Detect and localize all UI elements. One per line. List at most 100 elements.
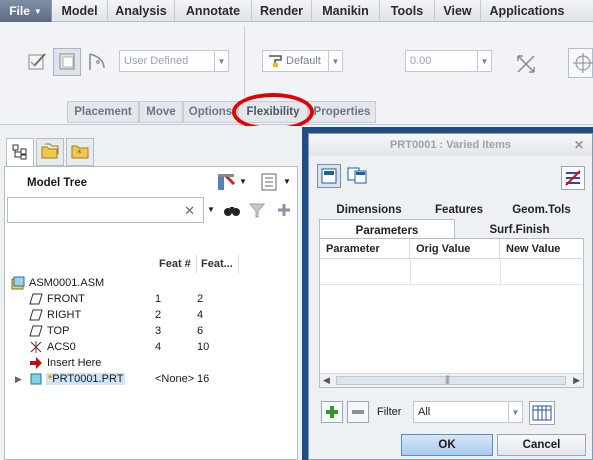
tab-dimensions[interactable]: Dimensions: [319, 200, 419, 220]
tree-row-prt0001[interactable]: ▶ *PRT0001.PRT <None> 16: [5, 371, 297, 387]
column-header-parameter[interactable]: Parameter: [320, 239, 410, 259]
part-icon: [29, 372, 43, 386]
menu-render[interactable]: Render: [252, 0, 312, 22]
tree-row-label: ASM0001.ASM: [29, 277, 105, 289]
folder-icon: [41, 143, 59, 162]
csys-icon: [29, 340, 43, 354]
column-divider: [410, 259, 411, 285]
tab-folder-browser[interactable]: [36, 138, 64, 166]
tree-row-label: Insert Here: [47, 357, 102, 369]
dialog-title-bar[interactable]: PRT0001 : Varied Items ✕: [309, 134, 592, 156]
constraint-type-dropdown[interactable]: User Defined ▼: [119, 50, 229, 72]
scrollbar-thumb[interactable]: |||: [336, 374, 566, 385]
column-header-new-value[interactable]: New Value: [500, 239, 585, 259]
constraint-type-value: User Defined: [124, 55, 189, 67]
tab-placement[interactable]: Placement: [67, 101, 139, 123]
flip-direction-icon[interactable]: [514, 52, 538, 76]
clear-search-icon[interactable]: ✕: [184, 203, 195, 219]
datum-plane-icon: [29, 292, 43, 306]
feat-num-cell: 3: [155, 325, 162, 337]
table-icon: [532, 405, 552, 421]
table-columns-button[interactable]: [529, 401, 555, 425]
add-column-icon[interactable]: [275, 201, 293, 219]
menu-model[interactable]: Model: [52, 0, 108, 22]
tab-geom-tols[interactable]: Geom.Tols: [499, 200, 584, 220]
tree-row-label: TOP: [47, 325, 70, 337]
varied-items-dialog-frame: PRT0001 : Varied Items ✕ Dimensions Feat…: [302, 127, 593, 460]
tree-row-front[interactable]: FRONT 1 2: [5, 291, 297, 307]
tree-row-asm[interactable]: ASM0001.ASM: [5, 275, 297, 291]
close-icon[interactable]: ✕: [574, 138, 584, 152]
expand-arrow-icon[interactable]: ▶: [15, 374, 22, 385]
chevron-down-icon[interactable]: ▼: [239, 177, 247, 186]
tree-row-label-selected: *PRT0001.PRT: [46, 373, 126, 385]
component-placement-icon[interactable]: [53, 48, 81, 76]
file-menu-button[interactable]: File ▼: [0, 0, 52, 22]
empty-table-row: [320, 259, 583, 285]
remove-item-button[interactable]: [561, 166, 585, 190]
move-component-icon[interactable]: [568, 48, 593, 78]
feat-num-cell: 2: [155, 309, 162, 321]
column-header-orig-value[interactable]: Orig Value: [410, 239, 500, 259]
tree-row-label: RIGHT: [47, 309, 82, 321]
chevron-down-icon: ▼: [508, 402, 522, 422]
menu-annotate[interactable]: Annotate: [175, 0, 252, 22]
filter-dropdown[interactable]: All ▼: [413, 401, 523, 423]
filter-icon[interactable]: [248, 201, 266, 219]
show-list-icon[interactable]: [259, 172, 279, 192]
tree-row-top[interactable]: TOP 3 6: [5, 323, 297, 339]
add-item-button[interactable]: [321, 401, 343, 423]
tab-favorites[interactable]: *: [66, 138, 94, 166]
dialog-title: PRT0001 : Varied Items: [389, 139, 512, 151]
feat-num-cell: 4: [155, 341, 162, 353]
menu-applications[interactable]: Applications: [481, 0, 573, 22]
constraint-default-value: Default: [286, 55, 321, 67]
offset-value-input[interactable]: 0.00 ▼: [405, 50, 492, 72]
tab-options[interactable]: Options: [183, 101, 238, 123]
ok-button[interactable]: OK: [401, 434, 493, 456]
scroll-right-icon[interactable]: ▶: [573, 375, 580, 386]
view-mode-one-button[interactable]: [317, 164, 341, 188]
flip-constraint-icon[interactable]: [86, 50, 110, 74]
assembly-icon: [11, 276, 25, 290]
svg-text:*: *: [77, 149, 82, 159]
chevron-down-icon[interactable]: ▼: [283, 177, 291, 186]
ribbon-divider: [244, 26, 245, 96]
tree-row-label: FRONT: [47, 293, 85, 305]
tree-settings-icon[interactable]: [216, 172, 236, 192]
tree-row-acs0[interactable]: ACS0 4 10: [5, 339, 297, 355]
chevron-down-icon[interactable]: ▼: [207, 205, 215, 214]
menu-tools[interactable]: Tools: [380, 0, 435, 22]
feat-num-cell: 1: [155, 293, 162, 305]
tab-surf-finish[interactable]: Surf.Finish: [455, 220, 584, 240]
tab-properties[interactable]: Properties: [308, 101, 376, 123]
feat-id-cell: 4: [197, 309, 204, 321]
tree-row-label: PRT0001.PRT: [52, 373, 124, 385]
varied-items-dialog: PRT0001 : Varied Items ✕ Dimensions Feat…: [308, 133, 593, 460]
menu-manikin[interactable]: Manikin: [312, 0, 380, 22]
view-mode-two-button[interactable]: [346, 164, 370, 188]
tree-row-insert-here[interactable]: Insert Here: [5, 355, 297, 371]
constraint-default-dropdown[interactable]: Default ▼: [262, 50, 343, 72]
binoculars-icon[interactable]: [223, 201, 241, 219]
cancel-button[interactable]: Cancel: [497, 434, 586, 456]
scroll-left-icon[interactable]: ◀: [323, 375, 330, 386]
menu-view[interactable]: View: [435, 0, 481, 22]
column-divider: [500, 259, 501, 285]
column-header-feat-id[interactable]: Feat...: [197, 255, 239, 273]
horizontal-scrollbar[interactable]: ◀ ||| ▶: [320, 373, 583, 387]
datum-plane-icon: [29, 324, 43, 338]
remove-row-button[interactable]: [347, 401, 369, 423]
tree-search-input[interactable]: ✕: [7, 197, 204, 223]
parameters-table: Parameter Orig Value New Value ◀ ||| ▶: [319, 238, 585, 388]
tree-row-right[interactable]: RIGHT 2 4: [5, 307, 297, 323]
tab-move[interactable]: Move: [139, 101, 183, 123]
minus-icon: [352, 410, 364, 414]
chevron-down-icon: ▼: [214, 51, 228, 71]
tab-features[interactable]: Features: [419, 200, 499, 220]
column-header-feat-num[interactable]: Feat #: [155, 255, 197, 273]
constraint-edit-icon[interactable]: [26, 50, 50, 74]
datum-plane-icon: [29, 308, 43, 322]
tab-model-tree[interactable]: [6, 138, 34, 168]
menu-analysis[interactable]: Analysis: [108, 0, 175, 22]
